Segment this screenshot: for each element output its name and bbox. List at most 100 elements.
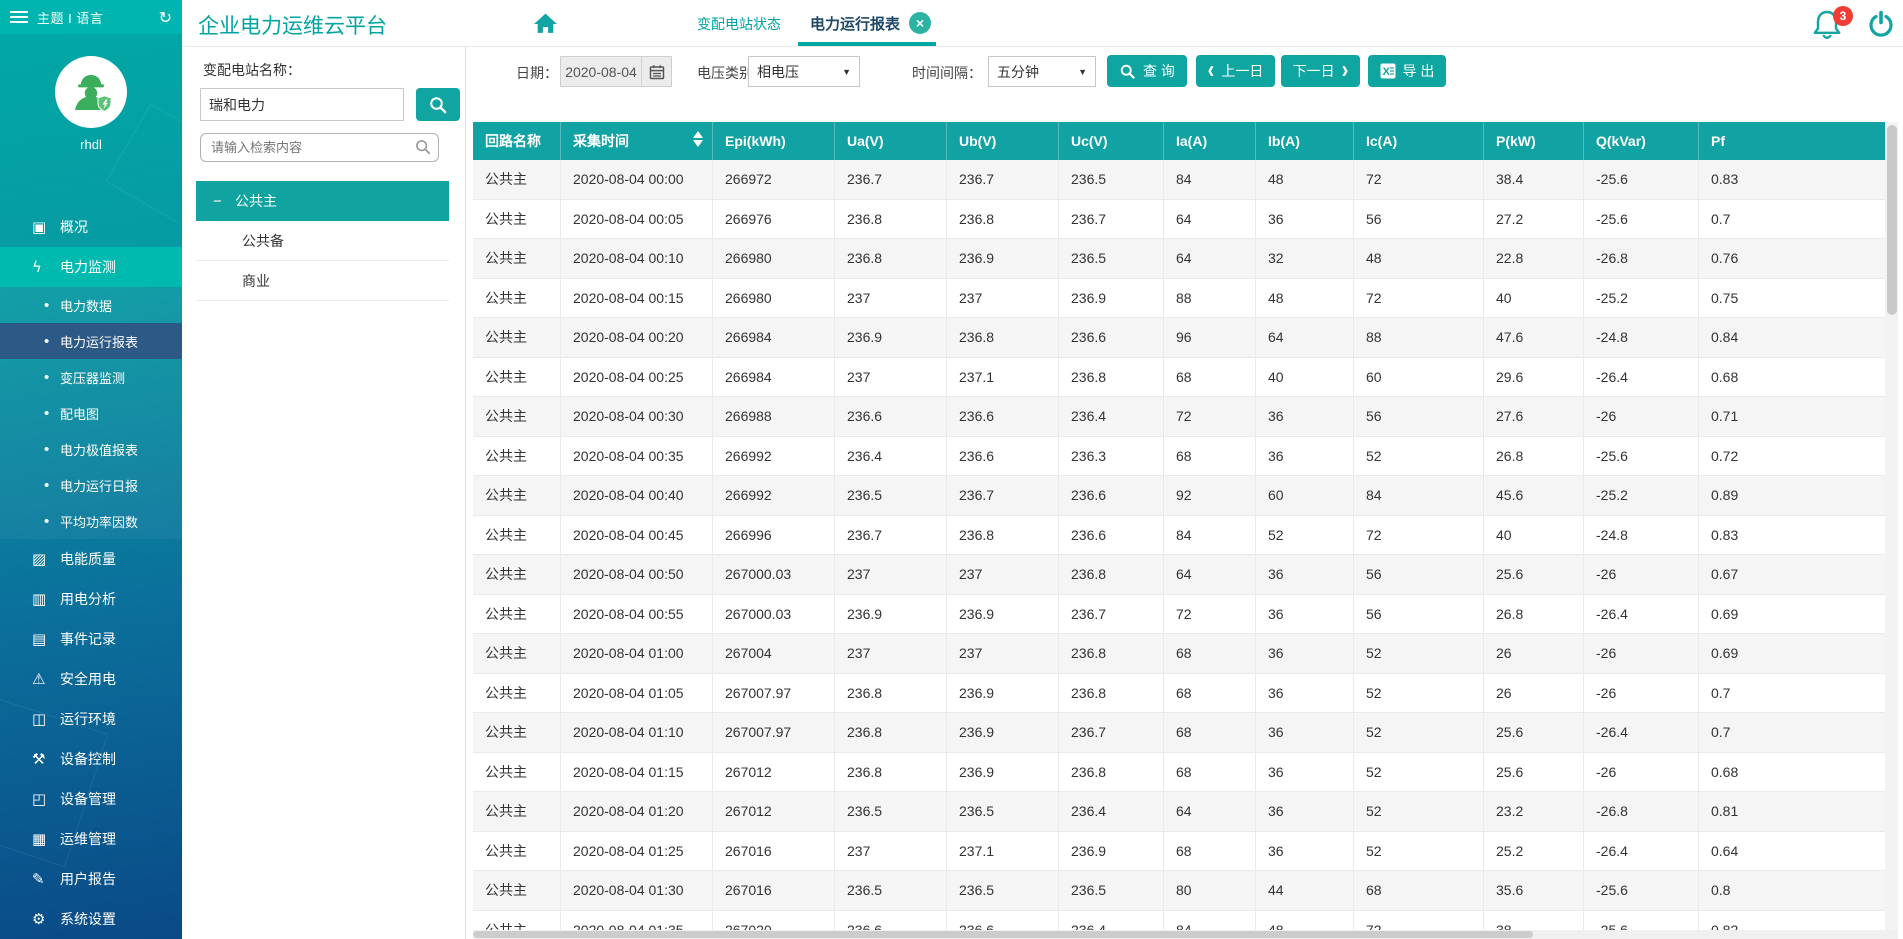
column-header-label: Ua(V): [847, 133, 884, 149]
tab-substation-status[interactable]: 变配电站状态: [697, 14, 781, 34]
sidebar-item-label: 电力极值报表: [60, 440, 138, 459]
previous-day-button[interactable]: ‹ 上一日: [1196, 55, 1275, 87]
sidebar-item-power-operation-report[interactable]: •电力运行报表: [0, 323, 182, 359]
cell-uc: 236.7: [1059, 200, 1164, 240]
tree-item-commercial[interactable]: 商业: [196, 261, 449, 301]
sidebar-item-label: 运维管理: [60, 829, 116, 849]
horizontal-scrollbar[interactable]: [473, 930, 1898, 939]
cell-p: 35.6: [1484, 871, 1584, 911]
cell-p: 26.8: [1484, 595, 1584, 635]
cell-uc: 236.4: [1059, 397, 1164, 437]
cell-circuit-name: 公共主: [473, 160, 561, 200]
horizontal-scrollbar-thumb[interactable]: [473, 931, 1533, 938]
theme-language-toggle[interactable]: 主题 I 语言: [37, 8, 150, 27]
next-day-button[interactable]: 下一日 ›: [1281, 55, 1360, 87]
tab-power-report[interactable]: 电力运行报表 ×: [810, 12, 931, 34]
tree-item-public-main[interactable]: −公共主: [196, 181, 449, 221]
sidebar-item-power-analysis[interactable]: ▥用电分析: [0, 579, 182, 619]
cell-ia: 88: [1164, 279, 1256, 319]
table-row: 公共主2020-08-04 01:35267020236.6236.6236.4…: [473, 911, 1885, 931]
home-icon[interactable]: [533, 11, 558, 41]
sidebar-item-power-extreme-report[interactable]: •电力极值报表: [0, 431, 182, 467]
cell-pf: 0.82: [1699, 911, 1885, 931]
cell-collect-time: 2020-08-04 00:45: [561, 516, 713, 556]
vertical-scrollbar[interactable]: [1885, 122, 1898, 930]
cell-uc: 236.4: [1059, 792, 1164, 832]
sidebar-item-power-data[interactable]: •电力数据: [0, 287, 182, 323]
sidebar-item-power-quality[interactable]: ▨电能质量: [0, 539, 182, 579]
cell-ia: 64: [1164, 239, 1256, 279]
sidebar-item-power-daily-report[interactable]: •电力运行日报: [0, 467, 182, 503]
cell-q: -26: [1584, 634, 1699, 674]
cell-ub: 237: [947, 634, 1059, 674]
cell-p: 23.2: [1484, 792, 1584, 832]
cell-ic: 48: [1354, 239, 1484, 279]
query-button[interactable]: 查 询: [1107, 55, 1187, 87]
cell-ic: 52: [1354, 634, 1484, 674]
station-name-input[interactable]: [200, 88, 404, 121]
cell-ia: 84: [1164, 911, 1256, 931]
column-header-p: P(kW): [1484, 122, 1584, 160]
sidebar-item-transformer-monitoring[interactable]: •变压器监测: [0, 359, 182, 395]
sidebar-item-avg-power-factor[interactable]: •平均功率因数: [0, 503, 182, 539]
station-search-button[interactable]: [416, 88, 460, 121]
hamburger-menu-icon[interactable]: [10, 8, 28, 26]
sidebar-item-operating-environment[interactable]: ◫运行环境: [0, 699, 182, 739]
sidebar-item-label: 系统设置: [60, 909, 116, 929]
cell-collect-time: 2020-08-04 01:05: [561, 674, 713, 714]
sidebar-item-power-monitoring[interactable]: ϟ电力监测: [0, 247, 182, 287]
column-header-ia: Ia(A): [1164, 122, 1256, 160]
cell-ib: 36: [1256, 792, 1354, 832]
tree-item-public-backup[interactable]: 公共备: [196, 221, 449, 261]
cell-ia: 68: [1164, 358, 1256, 398]
sidebar-item-event-records[interactable]: ▤事件记录: [0, 619, 182, 659]
interval-select[interactable]: 五分钟 ▼: [988, 56, 1096, 87]
cell-ic: 56: [1354, 397, 1484, 437]
query-button-label: 查 询: [1143, 61, 1175, 81]
date-picker[interactable]: 2020-08-04: [560, 56, 672, 87]
close-tab-icon[interactable]: ×: [909, 12, 931, 34]
cell-ib: 52: [1256, 516, 1354, 556]
cell-ub: 236.5: [947, 871, 1059, 911]
column-header-ib: Ib(A): [1256, 122, 1354, 160]
cell-q: -24.8: [1584, 516, 1699, 556]
chevron-down-icon: ▼: [1078, 67, 1087, 77]
cell-collect-time: 2020-08-04 00:55: [561, 595, 713, 635]
sidebar-item-distribution-diagram[interactable]: •配电图: [0, 395, 182, 431]
vertical-scrollbar-thumb[interactable]: [1887, 125, 1897, 315]
cell-q: -26.4: [1584, 358, 1699, 398]
logout-power-button[interactable]: [1867, 10, 1895, 43]
cell-p: 25.6: [1484, 555, 1584, 595]
cell-uc: 236.5: [1059, 160, 1164, 200]
sidebar-item-system-settings[interactable]: ⚙系统设置: [0, 899, 182, 939]
sort-icon[interactable]: [693, 131, 703, 147]
cell-p: 25.2: [1484, 832, 1584, 872]
cell-ub: 236.8: [947, 318, 1059, 358]
export-button[interactable]: X 导 出: [1368, 55, 1446, 87]
cell-epi: 266972: [713, 160, 835, 200]
column-header-collect-time[interactable]: 采集时间: [561, 122, 713, 160]
notifications-button[interactable]: 3: [1809, 7, 1847, 45]
sidebar-item-ops-management[interactable]: ▦运维管理: [0, 819, 182, 859]
cell-ub: 237: [947, 279, 1059, 319]
notification-badge: 3: [1833, 6, 1853, 26]
sidebar-item-device-management[interactable]: ◰设备管理: [0, 779, 182, 819]
refresh-icon[interactable]: ↻: [159, 8, 172, 27]
sidebar-item-overview[interactable]: ▣概况: [0, 207, 182, 247]
cell-ua: 237: [835, 358, 947, 398]
voltage-type-select[interactable]: 相电压 ▼: [748, 56, 860, 87]
sidebar-item-user-report[interactable]: ✎用户报告: [0, 859, 182, 899]
cell-ub: 236.9: [947, 674, 1059, 714]
sidebar-item-safe-power[interactable]: ⚠安全用电: [0, 659, 182, 699]
cell-epi: 266996: [713, 516, 835, 556]
collapse-icon[interactable]: −: [213, 193, 235, 210]
cell-ib: 48: [1256, 279, 1354, 319]
sidebar-item-label: 变压器监测: [60, 368, 125, 387]
filter-search-icon[interactable]: [414, 138, 432, 161]
calendar-icon[interactable]: [641, 57, 671, 86]
tree-filter-input[interactable]: [200, 133, 439, 162]
cell-collect-time: 2020-08-04 01:00: [561, 634, 713, 674]
sidebar-item-device-control[interactable]: ⚒设备控制: [0, 739, 182, 779]
cell-p: 25.6: [1484, 713, 1584, 753]
cell-q: -26: [1584, 674, 1699, 714]
